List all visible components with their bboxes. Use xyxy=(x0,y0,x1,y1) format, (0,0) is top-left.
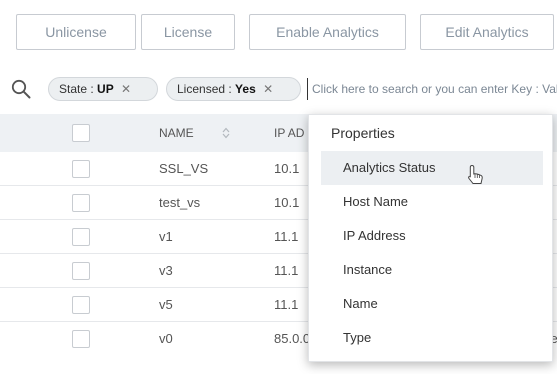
chip-key: Licensed : xyxy=(177,82,236,96)
row-checkbox[interactable] xyxy=(72,262,90,280)
cell-name: v1 xyxy=(159,229,173,244)
dropdown-item-ip-address[interactable]: IP Address xyxy=(321,219,543,253)
filter-chip-licensed[interactable]: Licensed : Yes ✕ xyxy=(166,77,301,101)
license-button[interactable]: License xyxy=(141,14,235,50)
properties-dropdown: Properties Analytics Status Host Name IP… xyxy=(308,114,553,362)
column-header-name[interactable]: NAME xyxy=(159,114,194,152)
close-icon[interactable]: ✕ xyxy=(263,82,273,96)
cell-name: v3 xyxy=(159,263,173,278)
action-toolbar: Unlicense License Enable Analytics Edit … xyxy=(0,0,557,66)
row-checkbox[interactable] xyxy=(72,228,90,246)
edit-analytics-button[interactable]: Edit Analytics xyxy=(420,14,554,50)
row-checkbox[interactable] xyxy=(72,330,90,348)
enable-analytics-button[interactable]: Enable Analytics xyxy=(249,14,406,50)
search-input[interactable] xyxy=(307,78,557,100)
chip-key: State : xyxy=(59,82,98,96)
cell-ip: 11.1 xyxy=(274,297,299,312)
mouse-cursor-icon xyxy=(466,164,484,193)
cell-name: v0 xyxy=(159,331,173,346)
unlicense-button[interactable]: Unlicense xyxy=(16,14,136,50)
cell-name: v5 xyxy=(159,297,173,312)
search-icon[interactable] xyxy=(11,79,31,104)
dropdown-item-name[interactable]: Name xyxy=(321,287,543,321)
row-checkbox[interactable] xyxy=(72,160,90,178)
cell-ip: 10.1 xyxy=(274,161,300,176)
filter-chip-state[interactable]: State : UP ✕ xyxy=(48,77,158,101)
dropdown-item-type[interactable]: Type xyxy=(321,321,543,355)
dropdown-item-analytics-status[interactable]: Analytics Status xyxy=(321,151,543,185)
cell-ip: 11.1 xyxy=(274,229,299,244)
column-header-ip-address[interactable]: IP AD xyxy=(274,114,304,152)
dropdown-title: Properties xyxy=(331,125,395,141)
row-checkbox[interactable] xyxy=(72,296,90,314)
sort-icon[interactable] xyxy=(222,114,230,152)
cell-name: test_vs xyxy=(159,195,201,210)
close-icon[interactable]: ✕ xyxy=(121,82,131,96)
dropdown-item-host-name[interactable]: Host Name xyxy=(321,185,543,219)
row-checkbox[interactable] xyxy=(72,194,90,212)
chip-value: Yes xyxy=(235,82,256,96)
select-all-checkbox[interactable] xyxy=(72,124,90,142)
cell-ip: 11.1 xyxy=(274,263,299,278)
dropdown-item-instance[interactable]: Instance xyxy=(321,253,543,287)
cell-ip: 10.1 xyxy=(274,195,300,210)
cell-name: SSL_VS xyxy=(159,161,209,176)
chip-value: UP xyxy=(97,82,114,96)
search-bar: State : UP ✕ Licensed : Yes ✕ xyxy=(0,68,557,112)
